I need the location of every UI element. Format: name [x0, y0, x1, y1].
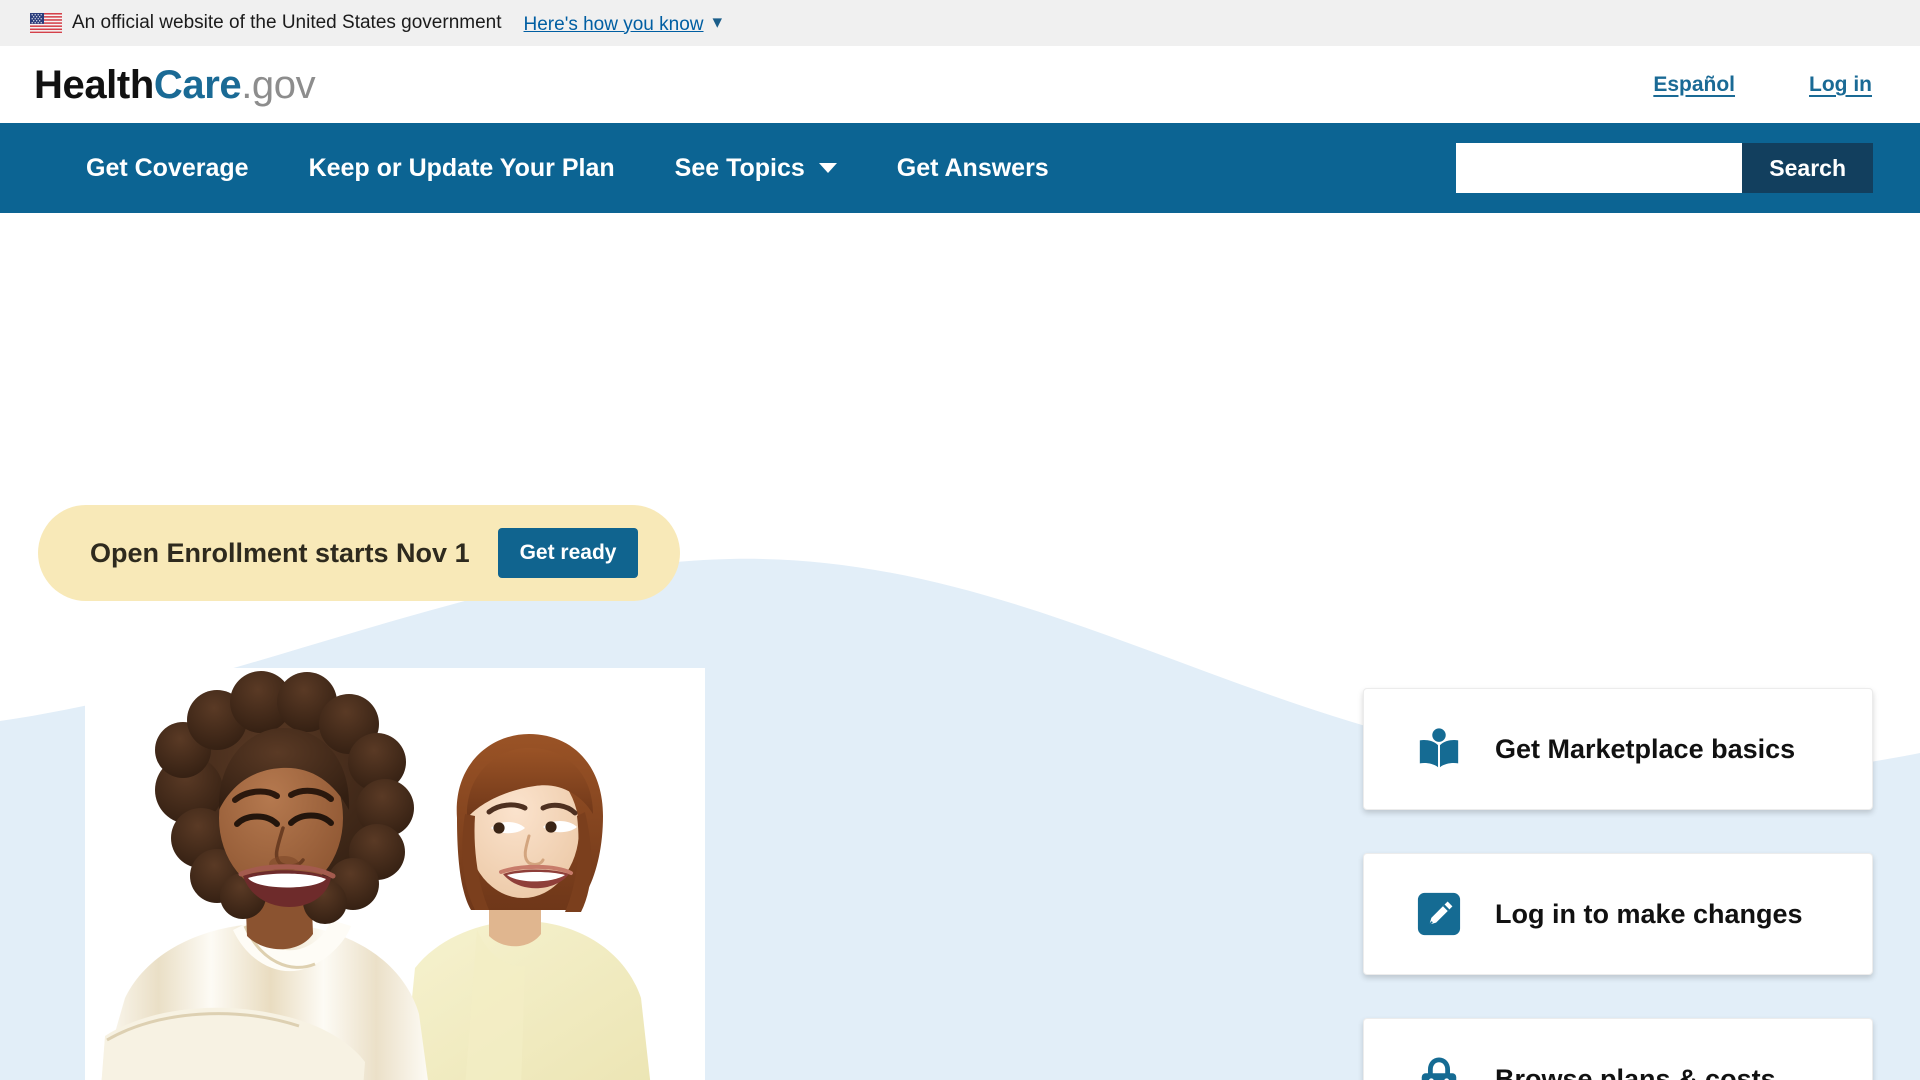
masthead: HealthCare.gov Español Log in	[0, 46, 1920, 123]
how-you-know-link[interactable]: Here's how you know ▾	[524, 11, 723, 36]
search-input[interactable]	[1456, 143, 1743, 193]
card-log-in-to-make-changes[interactable]: Log in to make changes	[1363, 853, 1873, 975]
login-link[interactable]: Log in	[1809, 73, 1872, 97]
open-enrollment-alert: Open Enrollment starts Nov 1 Get ready	[38, 505, 681, 601]
open-book-reader-icon	[1419, 728, 1459, 769]
pencil-square-icon	[1417, 892, 1461, 936]
logo-part-care: Care	[153, 62, 242, 107]
nav-item-label: Get Coverage	[86, 153, 249, 182]
nav-item-label: See Topics	[674, 153, 805, 182]
site-logo[interactable]: HealthCare.gov	[34, 62, 316, 107]
nav-item-see-topics[interactable]: See Topics	[645, 154, 867, 183]
gov-banner: An official website of the United States…	[0, 0, 1920, 46]
espanol-link[interactable]: Español	[1653, 73, 1735, 97]
get-ready-button[interactable]: Get ready	[497, 528, 639, 578]
chevron-down-icon: ▾	[712, 11, 723, 33]
card-label: Get Marketplace basics	[1495, 733, 1796, 764]
nav-item-list: Get Coverage Keep or Update Your Plan Se…	[56, 154, 1079, 183]
gov-banner-text: An official website of the United States…	[72, 12, 502, 33]
quick-links-cards: Get Marketplace basics Log in to make ch…	[1363, 688, 1873, 1080]
site-search: Search	[1456, 143, 1873, 193]
logo-part-gov: .gov	[241, 62, 316, 107]
logo-part-health: Health	[34, 62, 154, 107]
page-body: Open Enrollment starts Nov 1 Get ready G…	[0, 213, 1920, 1080]
nav-item-get-coverage[interactable]: Get Coverage	[56, 154, 279, 183]
masthead-links: Español Log in	[1653, 73, 1886, 97]
card-get-marketplace-basics[interactable]: Get Marketplace basics	[1363, 688, 1873, 810]
us-flag-icon	[30, 13, 62, 33]
alert-message: Open Enrollment starts Nov 1	[90, 537, 470, 568]
card-label: Browse plans & costs	[1495, 1063, 1776, 1080]
card-label: Log in to make changes	[1495, 898, 1803, 929]
nav-item-get-answers[interactable]: Get Answers	[867, 154, 1079, 183]
search-button[interactable]: Search	[1742, 143, 1873, 193]
two-women-smiling-photo	[85, 668, 705, 1080]
primary-navigation: Get Coverage Keep or Update Your Plan Se…	[0, 123, 1920, 231]
nav-item-label: Get Answers	[896, 153, 1049, 182]
nav-item-keep-or-update-your-plan[interactable]: Keep or Update Your Plan	[279, 154, 645, 183]
shopping-bag-icon	[1421, 1057, 1457, 1080]
nav-item-label: Keep or Update Your Plan	[308, 153, 615, 182]
how-you-know-label: Here's how you know	[523, 13, 704, 35]
chevron-down-icon	[818, 163, 837, 173]
card-browse-plans-and-costs[interactable]: Browse plans & costs	[1363, 1018, 1873, 1080]
